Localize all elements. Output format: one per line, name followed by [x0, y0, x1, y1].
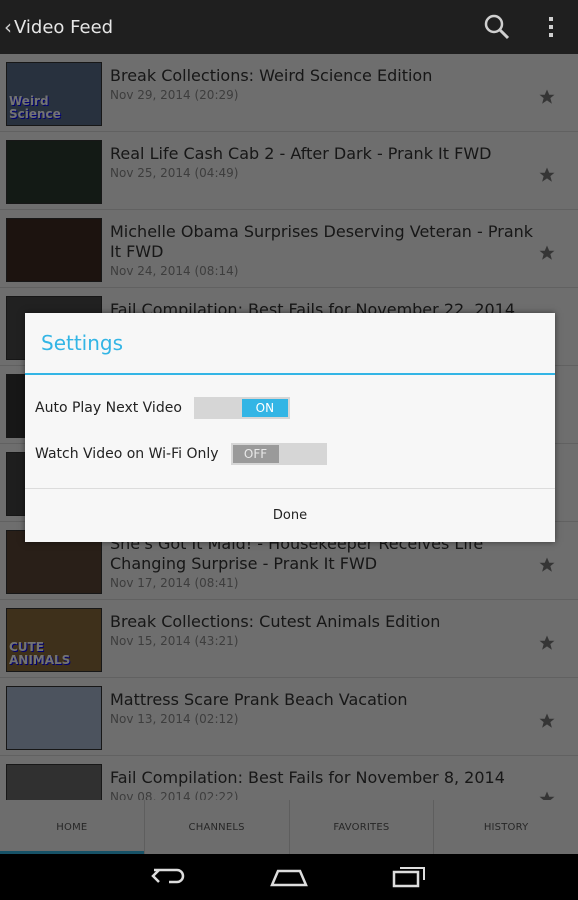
setting-label: Watch Video on Wi-Fi Only	[35, 446, 219, 462]
done-button[interactable]: Done	[25, 488, 555, 542]
chevron-left-icon: ‹	[4, 15, 12, 39]
nav-back-icon[interactable]	[144, 854, 194, 900]
nav-home-icon[interactable]	[264, 854, 314, 900]
setting-row: Auto Play Next Video ON	[25, 385, 555, 431]
toggle-state: OFF	[232, 445, 279, 463]
action-bar: ‹ Video Feed	[0, 0, 578, 54]
setting-row: Watch Video on Wi-Fi Only OFF	[25, 431, 555, 477]
search-icon[interactable]	[470, 0, 524, 54]
page-title: Video Feed	[14, 16, 114, 38]
settings-dialog: Settings Auto Play Next Video ON Watch Vid…	[25, 313, 555, 542]
system-navbar	[0, 854, 578, 900]
dialog-title: Settings	[25, 313, 555, 375]
overflow-menu-icon[interactable]	[524, 0, 578, 54]
toggle-switch[interactable]: OFF	[230, 443, 327, 465]
nav-recents-icon[interactable]	[384, 854, 434, 900]
back-button[interactable]: ‹ Video Feed	[0, 0, 113, 54]
toggle-state: ON	[241, 399, 288, 417]
setting-label: Auto Play Next Video	[35, 400, 182, 416]
toggle-switch[interactable]: ON	[193, 397, 290, 419]
